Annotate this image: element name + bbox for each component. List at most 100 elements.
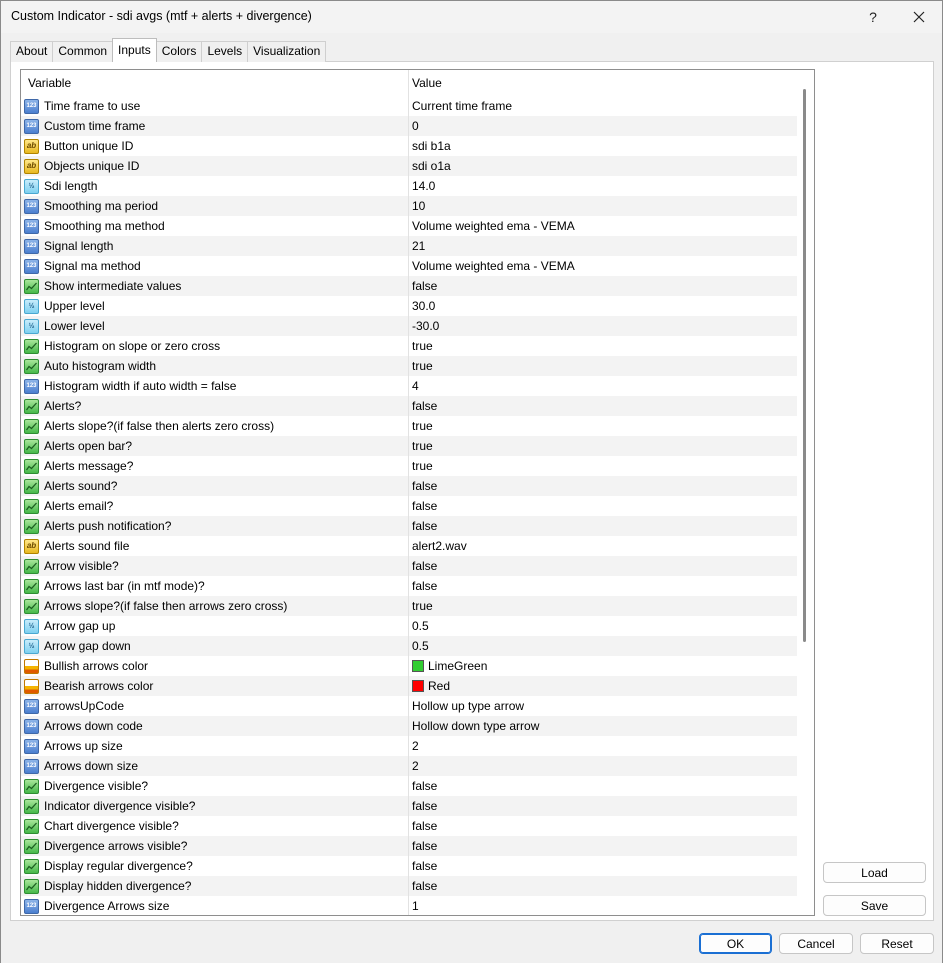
value-cell[interactable]: 2 bbox=[409, 736, 797, 756]
table-row[interactable]: Arrows slope?(if false then arrows zero … bbox=[21, 596, 797, 616]
tab-about[interactable]: About bbox=[10, 41, 54, 62]
value-cell[interactable]: alert2.wav bbox=[409, 536, 797, 556]
table-row[interactable]: Bullish arrows color LimeGreen bbox=[21, 656, 797, 676]
table-row[interactable]: 123 Arrows up size 2 bbox=[21, 736, 797, 756]
table-row[interactable]: 123 Divergence Arrows size 1 bbox=[21, 896, 797, 915]
table-row[interactable]: ½ Sdi length 14.0 bbox=[21, 176, 797, 196]
table-row[interactable]: ½ Upper level 30.0 bbox=[21, 296, 797, 316]
load-button[interactable]: Load bbox=[823, 862, 926, 883]
help-button[interactable]: ? bbox=[850, 1, 896, 33]
value-cell[interactable]: Hollow down type arrow bbox=[409, 716, 797, 736]
table-row[interactable]: Display hidden divergence? false bbox=[21, 876, 797, 896]
value-cell[interactable]: false bbox=[409, 496, 797, 516]
scrollbar-thumb[interactable] bbox=[803, 89, 806, 642]
value-cell[interactable]: true bbox=[409, 436, 797, 456]
column-header-value[interactable]: Value bbox=[409, 70, 797, 96]
tab-inputs[interactable]: Inputs bbox=[112, 38, 157, 62]
column-header-variable[interactable]: Variable bbox=[21, 70, 409, 96]
table-row[interactable]: 123 Signal ma method Volume weighted ema -… bbox=[21, 256, 797, 276]
tab-colors[interactable]: Colors bbox=[155, 41, 203, 62]
value-cell[interactable]: false bbox=[409, 856, 797, 876]
value-cell[interactable]: false bbox=[409, 776, 797, 796]
table-row[interactable]: Alerts slope?(if false then alerts zero … bbox=[21, 416, 797, 436]
table-row[interactable]: Bearish arrows color Red bbox=[21, 676, 797, 696]
table-row[interactable]: Divergence arrows visible? false bbox=[21, 836, 797, 856]
value-cell[interactable]: false bbox=[409, 396, 797, 416]
table-row[interactable]: Divergence visible? false bbox=[21, 776, 797, 796]
table-row[interactable]: ½ Arrow gap up 0.5 bbox=[21, 616, 797, 636]
cancel-button[interactable]: Cancel bbox=[779, 933, 853, 954]
table-row[interactable]: Histogram on slope or zero cross true bbox=[21, 336, 797, 356]
table-row[interactable]: ab Button unique ID sdi b1a bbox=[21, 136, 797, 156]
value-cell[interactable]: 1 bbox=[409, 896, 797, 915]
value-cell[interactable]: sdi o1a bbox=[409, 156, 797, 176]
value-cell[interactable]: true bbox=[409, 416, 797, 436]
ok-button[interactable]: OK bbox=[699, 933, 772, 954]
value-cell[interactable]: Volume weighted ema - VEMA bbox=[409, 216, 797, 236]
table-row[interactable]: ab Alerts sound file alert2.wav bbox=[21, 536, 797, 556]
value-cell[interactable]: Hollow up type arrow bbox=[409, 696, 797, 716]
value-cell[interactable]: LimeGreen bbox=[409, 656, 797, 676]
table-row[interactable]: Alerts sound? false bbox=[21, 476, 797, 496]
table-row[interactable]: Display regular divergence? false bbox=[21, 856, 797, 876]
value-cell[interactable]: false bbox=[409, 576, 797, 596]
value-cell[interactable]: false bbox=[409, 476, 797, 496]
tab-common[interactable]: Common bbox=[52, 41, 114, 62]
table-row[interactable]: 123 Signal length 21 bbox=[21, 236, 797, 256]
value-cell[interactable]: 30.0 bbox=[409, 296, 797, 316]
table-row[interactable]: Arrow visible? false bbox=[21, 556, 797, 576]
value-cell[interactable]: 0.5 bbox=[409, 616, 797, 636]
table-row[interactable]: Indicator divergence visible? false bbox=[21, 796, 797, 816]
table-row[interactable]: 123 Smoothing ma period 10 bbox=[21, 196, 797, 216]
value-cell[interactable]: false bbox=[409, 276, 797, 296]
table-row[interactable]: ½ Lower level -30.0 bbox=[21, 316, 797, 336]
value-cell[interactable]: Volume weighted ema - VEMA bbox=[409, 256, 797, 276]
table-row[interactable]: Chart divergence visible? false bbox=[21, 816, 797, 836]
value-cell[interactable]: true bbox=[409, 596, 797, 616]
value-cell[interactable]: 14.0 bbox=[409, 176, 797, 196]
value-cell[interactable]: false bbox=[409, 516, 797, 536]
value-cell[interactable]: false bbox=[409, 556, 797, 576]
table-row[interactable]: Alerts open bar? true bbox=[21, 436, 797, 456]
vertical-scrollbar[interactable] bbox=[797, 70, 814, 915]
table-row[interactable]: Show intermediate values false bbox=[21, 276, 797, 296]
value-cell[interactable]: 2 bbox=[409, 756, 797, 776]
save-button[interactable]: Save bbox=[823, 895, 926, 916]
value-cell[interactable]: false bbox=[409, 816, 797, 836]
value-cell[interactable]: 21 bbox=[409, 236, 797, 256]
table-row[interactable]: Alerts push notification? false bbox=[21, 516, 797, 536]
table-row[interactable]: 123 Arrows down code Hollow down type arro… bbox=[21, 716, 797, 736]
table-row[interactable]: 123 Arrows down size 2 bbox=[21, 756, 797, 776]
value-cell[interactable]: 4 bbox=[409, 376, 797, 396]
table-row[interactable]: 123 Histogram width if auto width = false… bbox=[21, 376, 797, 396]
table-row[interactable]: 123 Smoothing ma method Volume weighted em… bbox=[21, 216, 797, 236]
value-cell[interactable]: false bbox=[409, 796, 797, 816]
value-cell[interactable]: Red bbox=[409, 676, 797, 696]
value-cell[interactable]: true bbox=[409, 456, 797, 476]
value-cell[interactable]: -30.0 bbox=[409, 316, 797, 336]
table-row[interactable]: Alerts email? false bbox=[21, 496, 797, 516]
tab-levels[interactable]: Levels bbox=[201, 41, 249, 62]
value-cell[interactable]: false bbox=[409, 876, 797, 896]
table-row[interactable]: Alerts message? true bbox=[21, 456, 797, 476]
value-cell[interactable]: 0 bbox=[409, 116, 797, 136]
table-row[interactable]: 123 arrowsUpCode Hollow up type arrow bbox=[21, 696, 797, 716]
table-row[interactable]: ½ Arrow gap down 0.5 bbox=[21, 636, 797, 656]
table-row[interactable]: Alerts? false bbox=[21, 396, 797, 416]
value-cell[interactable]: true bbox=[409, 356, 797, 376]
value-cell[interactable]: sdi b1a bbox=[409, 136, 797, 156]
value-cell[interactable]: 10 bbox=[409, 196, 797, 216]
value-cell[interactable]: true bbox=[409, 336, 797, 356]
close-button[interactable] bbox=[896, 1, 942, 33]
table-row[interactable]: Auto histogram width true bbox=[21, 356, 797, 376]
value-cell[interactable]: Current time frame bbox=[409, 96, 797, 116]
reset-button[interactable]: Reset bbox=[860, 933, 934, 954]
table-row[interactable]: 123 Custom time frame 0 bbox=[21, 116, 797, 136]
table-row[interactable]: 123 Time frame to use Current time frame bbox=[21, 96, 797, 116]
tab-visualization[interactable]: Visualization bbox=[247, 41, 327, 62]
value-cell[interactable]: false bbox=[409, 836, 797, 856]
value-cell[interactable]: 0.5 bbox=[409, 636, 797, 656]
table-row[interactable]: ab Objects unique ID sdi o1a bbox=[21, 156, 797, 176]
table-row[interactable]: Arrows last bar (in mtf mode)? false bbox=[21, 576, 797, 596]
bool-type-icon bbox=[24, 558, 39, 574]
